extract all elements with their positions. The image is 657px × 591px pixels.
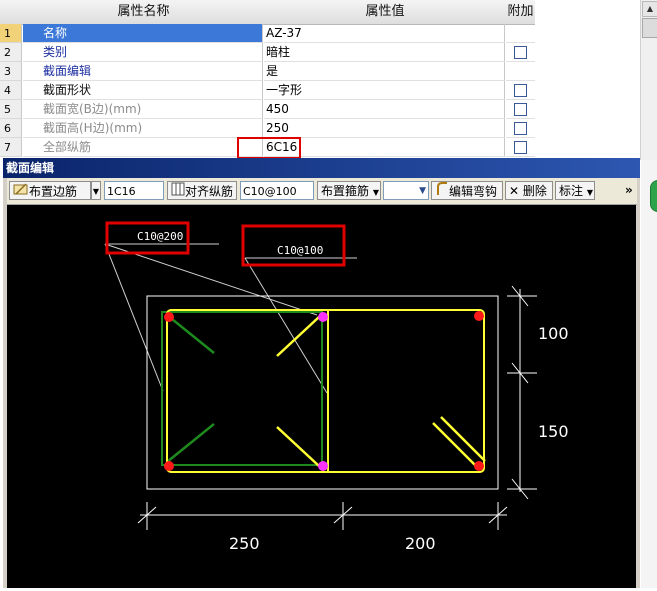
property-row[interactable]: 5 截面宽(B边)(mm) 450 <box>0 100 535 119</box>
align-icon <box>171 182 185 202</box>
attach-cell <box>506 100 535 119</box>
property-name-cell[interactable]: 类别 <box>23 43 263 62</box>
row-number: 2 <box>0 43 22 62</box>
rebar-point-selected[interactable] <box>318 312 328 322</box>
attach-cell <box>506 43 535 62</box>
section-editor-window: 截面编辑 布置边筋 ▼ 1C16 对齐纵筋 C10@100 布置箍筋 ▼ ▼ 编… <box>3 158 640 588</box>
leader-line-right <box>244 257 328 394</box>
hook-yellow-bottom <box>276 426 320 467</box>
rebar-point[interactable] <box>164 461 174 471</box>
rebar-spec-input[interactable]: 1C16 <box>104 181 164 200</box>
hook-green-bottom <box>166 423 215 463</box>
dim-text-bottom-right[interactable]: 200 <box>405 534 436 553</box>
property-grid: 属性名称 属性值 附加 1 名称 AZ-37 2 类别 暗柱 3 截面编辑是 4 截面形状 一字形 5… <box>0 0 640 160</box>
edit-hook-button[interactable]: 编辑弯钩 <box>431 181 503 200</box>
toolbar-overflow-button[interactable]: » <box>625 181 637 200</box>
hook-icon <box>435 182 449 202</box>
header-attach[interactable]: 附加 <box>506 0 535 25</box>
delete-button[interactable]: ✕ 删除 <box>505 181 553 200</box>
align-rebar-label: 对齐纵筋 <box>185 184 234 199</box>
property-row[interactable]: 6 截面高(H边)(mm) 250 <box>0 119 535 138</box>
row-number: 7 <box>0 138 22 157</box>
green-side-handle[interactable] <box>650 180 657 212</box>
property-value-cell[interactable]: AZ-37 <box>264 24 505 43</box>
scroll-up-button[interactable]: ▲ <box>642 1 657 17</box>
rebar-point-selected[interactable] <box>318 461 328 471</box>
row-number: 6 <box>0 119 22 138</box>
property-name-cell[interactable]: 全部纵筋 <box>23 138 263 157</box>
rebar-point[interactable] <box>474 461 484 471</box>
attach-checkbox[interactable] <box>514 84 527 97</box>
rebar-point[interactable] <box>164 312 174 322</box>
section-drawing-canvas[interactable]: C10@200 C10@100 100 150 250 200 <box>7 205 636 588</box>
hook-yellow-top <box>276 316 320 357</box>
scroll-thumb[interactable] <box>642 18 657 38</box>
attach-checkbox[interactable] <box>514 122 527 135</box>
attach-cell <box>506 119 535 138</box>
align-rebar-button[interactable]: 对齐纵筋 <box>167 181 237 200</box>
leader-line-left-a <box>104 243 164 392</box>
dim-text-right-bottom[interactable]: 150 <box>538 422 569 441</box>
property-value-cell[interactable]: 450 <box>264 100 505 119</box>
edit-hook-label: 编辑弯钩 <box>449 184 498 199</box>
header-property-value[interactable]: 属性值 <box>264 0 507 25</box>
pencil-ruler-icon <box>13 182 29 202</box>
property-name-cell[interactable]: 截面宽(B边)(mm) <box>23 100 263 119</box>
stirrup-type-select[interactable]: ▼ <box>383 181 429 200</box>
attach-checkbox[interactable] <box>514 46 527 59</box>
property-value-cell[interactable]: 一字形 <box>264 81 505 100</box>
hook-green-top <box>166 314 215 354</box>
property-row[interactable]: 1 名称 AZ-37 <box>0 24 535 43</box>
window-right-edge <box>641 160 657 588</box>
place-stirrup-label: 布置箍筋 <box>321 184 370 198</box>
property-value-cell[interactable]: 250 <box>264 119 505 138</box>
stirrup-label-right[interactable]: C10@100 <box>277 244 323 257</box>
section-drawing: C10@200 C10@100 100 150 250 200 <box>104 221 569 553</box>
place-edge-rebar-label: 布置边筋 <box>29 184 78 199</box>
row-number: 1 <box>0 24 22 43</box>
property-row[interactable]: 2 类别 暗柱 <box>0 43 535 62</box>
attach-cell <box>506 138 535 157</box>
attach-checkbox[interactable] <box>514 103 527 116</box>
stirrup-spec-input[interactable]: C10@100 <box>240 181 314 200</box>
attach-checkbox[interactable] <box>514 141 527 154</box>
header-property-name[interactable]: 属性名称 <box>23 0 265 25</box>
attach-cell <box>506 81 535 100</box>
property-row[interactable]: 3 截面编辑是 <box>0 62 535 81</box>
place-edge-rebar-button[interactable]: 布置边筋 <box>9 181 91 200</box>
annotate-label: 标注 <box>559 184 584 198</box>
property-name-cell[interactable]: 截面高(H边)(mm) <box>23 119 263 138</box>
place-stirrup-button[interactable]: 布置箍筋 ▼ <box>317 181 381 200</box>
chevron-down-icon: ▼ <box>419 186 426 196</box>
stirrup-label-left[interactable]: C10@200 <box>137 230 183 243</box>
row-number: 3 <box>0 62 22 81</box>
header-rownum <box>0 0 24 25</box>
editor-titlebar[interactable]: 截面编辑 <box>3 158 640 178</box>
editor-toolbar: 布置边筋 ▼ 1C16 对齐纵筋 C10@100 布置箍筋 ▼ ▼ 编辑弯钩 ✕… <box>7 178 637 205</box>
annotate-button[interactable]: 标注 ▼ <box>555 181 595 200</box>
row-number: 5 <box>0 100 22 119</box>
property-value-cell[interactable]: 暗柱 <box>264 43 505 62</box>
row-number: 4 <box>0 81 22 100</box>
delete-label: 删除 <box>522 184 547 198</box>
property-value-cell[interactable]: 是 <box>264 62 505 81</box>
grid-scrollbar[interactable]: ▲ <box>640 0 657 160</box>
place-edge-rebar-dropdown[interactable]: ▼ <box>91 181 101 200</box>
property-name-cell[interactable]: 截面编辑 <box>23 62 263 81</box>
attach-cell <box>506 62 535 81</box>
delete-x-icon: ✕ <box>509 184 520 198</box>
highlight-box-value <box>237 137 301 159</box>
chevron-down-icon: ▼ <box>586 188 593 197</box>
dim-text-bottom-left[interactable]: 250 <box>229 534 260 553</box>
rebar-point[interactable] <box>474 311 484 321</box>
property-row[interactable]: 4 截面形状 一字形 <box>0 81 535 100</box>
dim-text-right-top[interactable]: 100 <box>538 324 569 343</box>
property-name-cell[interactable]: 截面形状 <box>23 81 263 100</box>
attach-cell <box>506 24 535 43</box>
property-name-cell[interactable]: 名称 <box>23 24 263 43</box>
chevron-down-icon: ▼ <box>372 188 379 197</box>
